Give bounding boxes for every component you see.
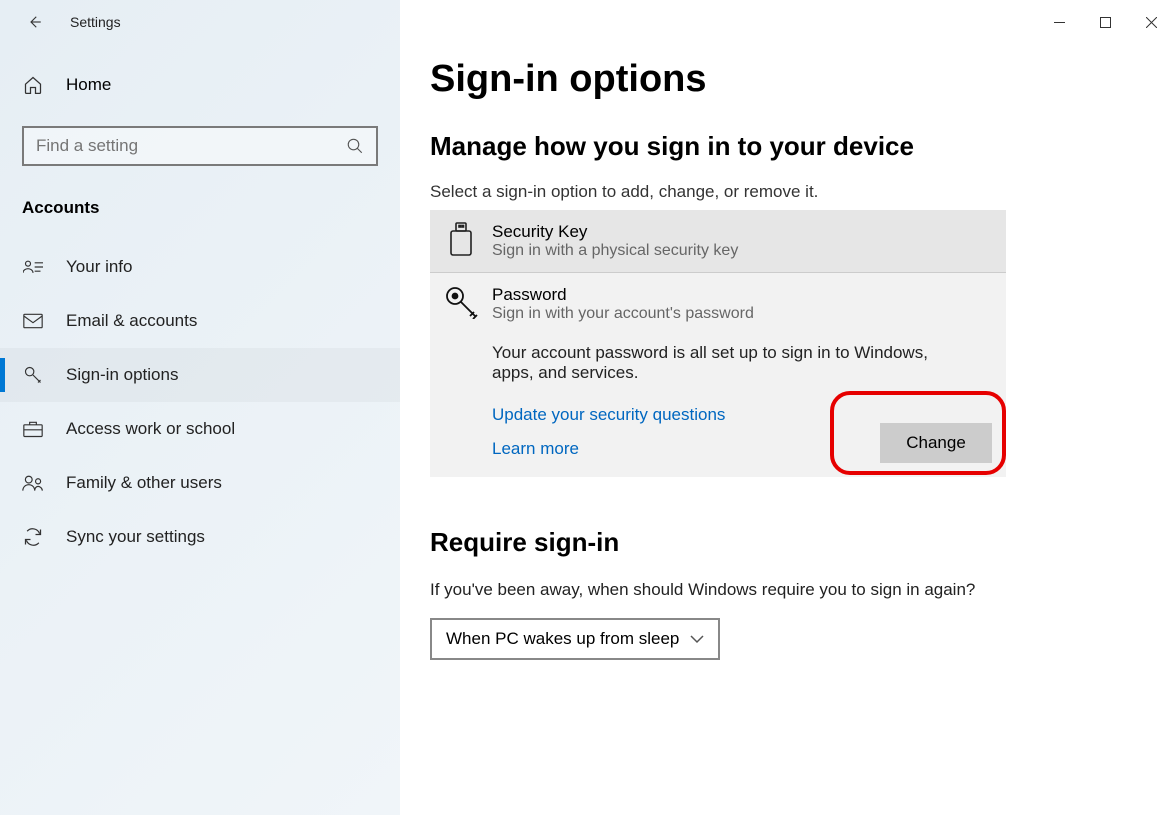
option-password-header[interactable]: Password Sign in with your account's pas… (430, 273, 1006, 335)
main-content: Sign-in options Manage how you sign in t… (400, 0, 1174, 815)
maximize-button[interactable] (1082, 6, 1128, 38)
person-card-icon (22, 256, 44, 278)
sidebar-item-label: Your info (66, 257, 132, 277)
title-bar: Settings (0, 0, 1174, 44)
sidebar-item-family-users[interactable]: Family & other users (0, 456, 400, 510)
link-update-security-questions[interactable]: Update your security questions (492, 405, 725, 425)
key-large-icon (444, 285, 478, 319)
chevron-down-icon (690, 634, 704, 644)
sidebar-item-label: Sync your settings (66, 527, 205, 547)
sidebar-item-label: Sign-in options (66, 365, 178, 385)
people-icon (22, 472, 44, 494)
sidebar-item-access-work-school[interactable]: Access work or school (0, 402, 400, 456)
mail-icon (22, 310, 44, 332)
option-title: Password (492, 285, 992, 305)
close-button[interactable] (1128, 6, 1174, 38)
usb-key-icon (444, 222, 478, 256)
home-icon (22, 74, 44, 96)
sidebar-home[interactable]: Home (0, 60, 400, 110)
section-manage-heading: Manage how you sign in to your device (430, 131, 1144, 162)
search-box[interactable] (22, 126, 378, 166)
sidebar: Home Accounts Your info Email & accounts (0, 0, 400, 815)
option-subtitle: Sign in with a physical security key (492, 242, 992, 260)
briefcase-icon (22, 418, 44, 440)
window-title: Settings (70, 14, 121, 30)
sidebar-item-label: Access work or school (66, 419, 235, 439)
key-icon (22, 364, 44, 386)
require-signin-text: If you've been away, when should Windows… (430, 580, 1144, 600)
page-title: Sign-in options (430, 58, 1144, 101)
dropdown-value: When PC wakes up from sleep (446, 629, 679, 649)
option-body-text: Your account password is all set up to s… (492, 343, 952, 383)
sidebar-home-label: Home (66, 75, 111, 95)
option-security-key[interactable]: Security Key Sign in with a physical sec… (430, 210, 1006, 273)
sidebar-item-sync-settings[interactable]: Sync your settings (0, 510, 400, 564)
sidebar-item-label: Email & accounts (66, 311, 197, 331)
sidebar-item-sign-in-options[interactable]: Sign-in options (0, 348, 400, 402)
sidebar-item-email-accounts[interactable]: Email & accounts (0, 294, 400, 348)
back-button[interactable] (22, 10, 46, 34)
search-icon (346, 137, 364, 155)
minimize-button[interactable] (1036, 6, 1082, 38)
search-input[interactable] (36, 136, 346, 156)
option-title: Security Key (492, 222, 992, 242)
sidebar-item-your-info[interactable]: Your info (0, 240, 400, 294)
require-signin-dropdown[interactable]: When PC wakes up from sleep (430, 618, 720, 660)
sidebar-section-heading: Accounts (0, 188, 400, 240)
change-button[interactable]: Change (880, 423, 992, 463)
sidebar-item-label: Family & other users (66, 473, 222, 493)
option-subtitle: Sign in with your account's password (492, 305, 992, 323)
option-password: Password Sign in with your account's pas… (430, 273, 1006, 477)
sync-icon (22, 526, 44, 548)
section-require-heading: Require sign-in (430, 527, 1144, 558)
section-lead-text: Select a sign-in option to add, change, … (430, 182, 1144, 202)
